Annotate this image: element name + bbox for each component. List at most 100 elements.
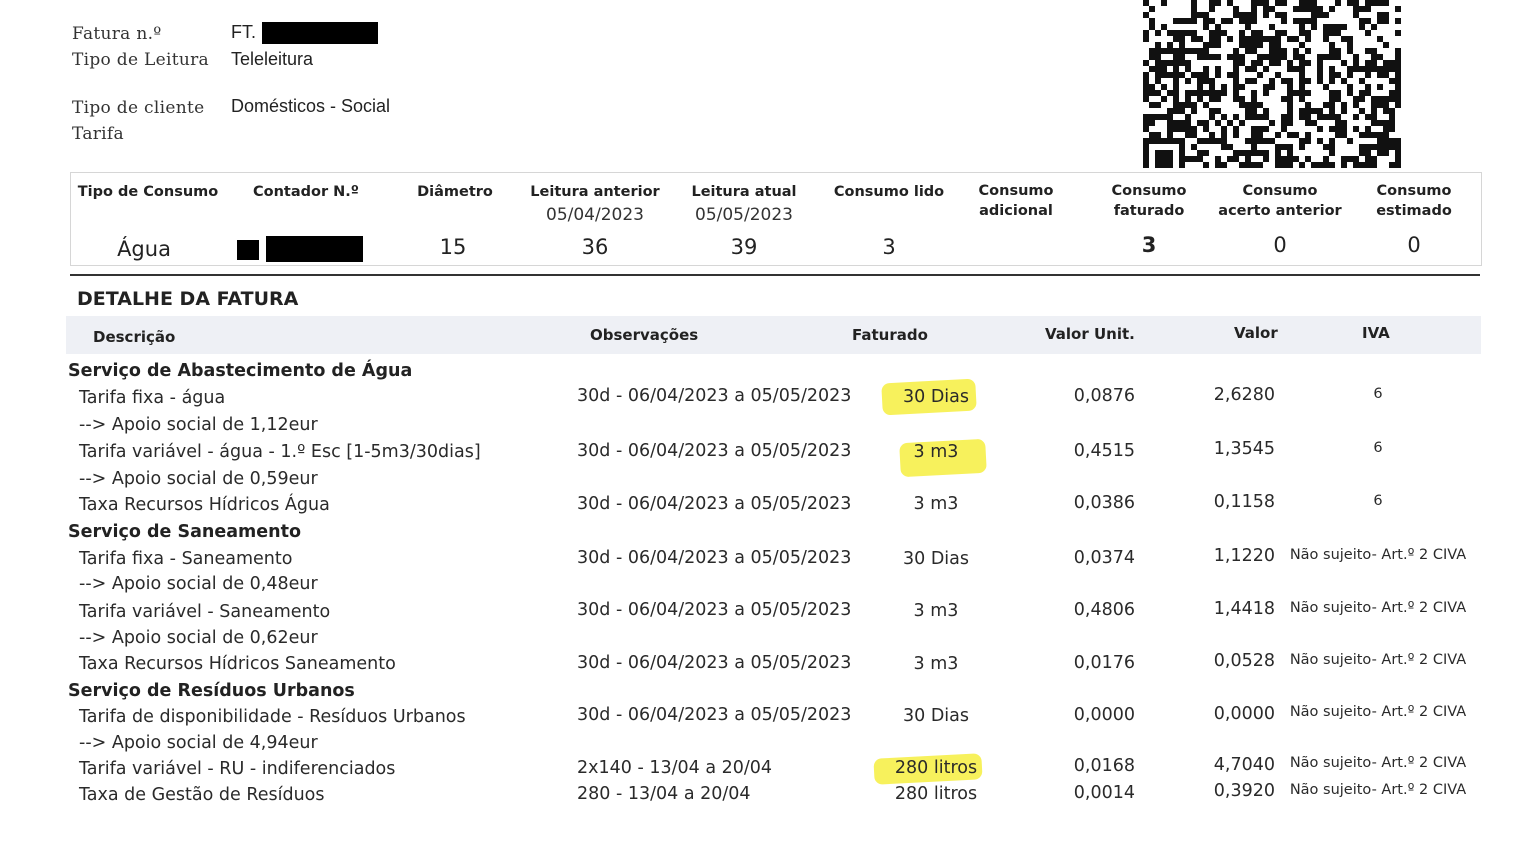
header-consumo-faturado: Consumo faturado (1111, 183, 1187, 219)
row-observations: 30d - 06/04/2023 a 05/05/2023 (577, 386, 852, 406)
row-value: 1,4418 (1213, 599, 1275, 619)
row-description: Taxa de Gestão de Resíduos (79, 785, 325, 805)
value-leitura-anterior: 36 (581, 235, 609, 259)
row-value: 0,0000 (1213, 704, 1275, 724)
invoice-number-label: Fatura n.º (72, 24, 162, 44)
header-tipo-consumo: Tipo de Consumo (77, 184, 219, 200)
value-consumo-lido: 3 (882, 235, 896, 259)
row-social-support: --> Apoio social de 0,62eur (79, 628, 318, 648)
row-observations: 30d - 06/04/2023 a 05/05/2023 (577, 494, 852, 514)
qr-code (1143, 0, 1401, 168)
row-description: Tarifa fixa - Saneamento (79, 549, 293, 569)
col-observacoes: Observações (590, 326, 699, 344)
header-leitura-anterior: Leitura anterior (530, 184, 660, 200)
client-type-label: Tipo de cliente (72, 98, 205, 118)
row-description: Tarifa fixa - água (79, 388, 226, 408)
value-consumo-faturado: 3 (1141, 233, 1157, 257)
row-observations: 30d - 06/04/2023 a 05/05/2023 (577, 441, 852, 461)
row-description: Tarifa variável - água - 1.º Esc [1-5m3/… (79, 442, 481, 462)
row-value: 0,3920 (1213, 781, 1275, 801)
redaction-bar (266, 236, 363, 262)
group-title-residuos: Serviço de Resíduos Urbanos (68, 681, 355, 701)
header-consumo-acerto: Consumo acerto anterior (1218, 183, 1342, 219)
row-description: Tarifa variável - Saneamento (79, 602, 331, 622)
group-title-saneamento: Serviço de Saneamento (68, 522, 301, 542)
row-vat: 6 (1373, 440, 1383, 456)
reading-type-label: Tipo de Leitura (72, 50, 209, 70)
header-leitura-atual: Leitura atual (691, 184, 797, 200)
invoice-number-value: FT. (231, 22, 256, 42)
row-observations: 280 - 13/04 a 20/04 (577, 784, 751, 804)
client-type-value: Domésticos - Social (231, 96, 391, 116)
row-billed: 3 m3 (913, 601, 959, 621)
tariff-label: Tarifa (72, 124, 124, 144)
value-tipo-consumo: Água (117, 237, 171, 261)
row-unit-value: 0,0168 (1073, 756, 1135, 776)
row-social-support: --> Apoio social de 0,59eur (79, 469, 318, 489)
header-contador: Contador N.º (252, 184, 359, 200)
row-unit-value: 0,0176 (1073, 653, 1135, 673)
group-title-agua: Serviço de Abastecimento de Água (68, 361, 413, 381)
value-leitura-atual: 39 (730, 235, 758, 259)
header-consumo-estimado: Consumo estimado (1376, 183, 1452, 219)
section-divider (70, 274, 1480, 276)
value-consumo-estimado: 0 (1407, 233, 1421, 257)
redaction-bar (237, 240, 259, 260)
col-faturado: Faturado (852, 326, 928, 344)
value-consumo-acerto: 0 (1273, 233, 1287, 257)
row-unit-value: 0,0876 (1073, 386, 1135, 406)
row-vat: Não sujeito- Art.º 2 CIVA (1289, 782, 1467, 798)
header-consumo-adicional: Consumo adicional (978, 183, 1054, 219)
col-iva: IVA (1362, 324, 1390, 342)
row-social-support: --> Apoio social de 0,48eur (79, 574, 318, 594)
row-observations: 30d - 06/04/2023 a 05/05/2023 (577, 548, 852, 568)
row-description: Tarifa de disponibilidade - Resíduos Urb… (79, 707, 466, 727)
row-vat: 6 (1373, 386, 1383, 402)
row-billed: 3 m3 (913, 494, 959, 514)
col-descricao: Descrição (93, 328, 176, 346)
row-vat: Não sujeito- Art.º 2 CIVA (1289, 600, 1467, 616)
row-billed: 3 m3 (913, 654, 959, 674)
row-billed: 30 Dias (902, 706, 969, 726)
row-observations: 30d - 06/04/2023 a 05/05/2023 (577, 705, 852, 725)
header-consumo-lido: Consumo lido (833, 184, 945, 200)
row-billed: 280 litros (894, 784, 978, 804)
row-value: 1,1220 (1213, 546, 1275, 566)
row-observations: 30d - 06/04/2023 a 05/05/2023 (577, 653, 852, 673)
row-value: 0,0528 (1213, 651, 1275, 671)
row-observations: 30d - 06/04/2023 a 05/05/2023 (577, 600, 852, 620)
row-description: Tarifa variável - RU - indiferenciados (79, 759, 396, 779)
row-value: 0,1158 (1213, 492, 1275, 512)
row-value: 1,3545 (1213, 439, 1275, 459)
row-unit-value: 0,4806 (1073, 600, 1135, 620)
row-observations: 2x140 - 13/04 a 20/04 (577, 758, 773, 778)
col-valor-unit: Valor Unit. (1045, 325, 1135, 343)
date-leitura-atual: 05/05/2023 (695, 205, 793, 225)
row-social-support: --> Apoio social de 4,94eur (79, 733, 318, 753)
row-value: 2,6280 (1213, 385, 1275, 405)
reading-type-value: Teleleitura (231, 49, 314, 69)
row-unit-value: 0,4515 (1073, 441, 1135, 461)
row-billed: 30 Dias (902, 549, 969, 569)
date-leitura-anterior: 05/04/2023 (546, 205, 644, 225)
header-diametro: Diâmetro (417, 184, 493, 200)
row-description: Taxa Recursos Hídricos Saneamento (79, 654, 396, 674)
row-billed: 30 Dias (902, 387, 969, 407)
row-social-support: --> Apoio social de 1,12eur (79, 415, 318, 435)
row-vat: Não sujeito- Art.º 2 CIVA (1289, 547, 1467, 563)
col-valor: Valor (1234, 324, 1278, 342)
row-vat: Não sujeito- Art.º 2 CIVA (1289, 704, 1467, 720)
row-unit-value: 0,0014 (1073, 783, 1135, 803)
row-unit-value: 0,0000 (1073, 705, 1135, 725)
row-description: Taxa Recursos Hídricos Água (79, 495, 330, 515)
qr-code-graphic (1143, 0, 1401, 168)
row-value: 4,7040 (1213, 755, 1275, 775)
row-billed: 280 litros (894, 758, 978, 778)
invoice-detail-title: DETALHE DA FATURA (77, 288, 299, 310)
row-unit-value: 0,0374 (1073, 548, 1135, 568)
redaction-bar (262, 22, 378, 44)
row-billed: 3 m3 (913, 442, 959, 462)
value-diametro: 15 (439, 235, 467, 259)
row-vat: Não sujeito- Art.º 2 CIVA (1289, 652, 1467, 668)
row-unit-value: 0,0386 (1073, 493, 1135, 513)
